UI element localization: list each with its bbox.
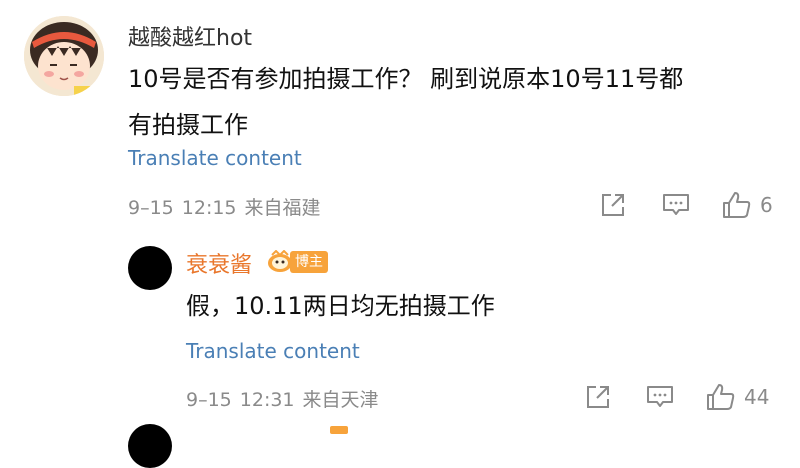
comment-icon	[663, 194, 689, 215]
share-button[interactable]	[585, 384, 611, 410]
reply-date: 9–15	[186, 389, 232, 411]
comment-time: 12:15	[181, 197, 237, 219]
comment-icon	[647, 386, 673, 407]
like-count: 6	[760, 193, 773, 217]
author-badge: 博主	[266, 249, 328, 275]
reply-username[interactable]: 衰衰酱	[186, 247, 252, 279]
share-icon	[587, 386, 609, 408]
avatar[interactable]	[128, 424, 172, 468]
reply-body: 假，10.11两日均无拍摄工作	[186, 292, 495, 320]
reply-button[interactable]	[646, 384, 674, 410]
reply-button[interactable]	[662, 192, 690, 218]
author-badge	[330, 426, 348, 434]
like-count: 44	[744, 385, 770, 409]
share-button[interactable]	[600, 192, 626, 218]
translate-content-link[interactable]: Translate content	[186, 339, 360, 363]
comment-meta: 9–15 12:15 来自福建	[128, 193, 321, 220]
share-icon	[602, 194, 624, 216]
thumbs-up-icon	[707, 384, 735, 410]
comment-body: 10号是否有参加拍摄工作？ 刷到说原本10号11号都 有拍摄工作	[128, 56, 778, 148]
author-badge-label: 博主	[290, 251, 328, 273]
avatar[interactable]	[128, 246, 172, 290]
like-button[interactable]: 44	[706, 382, 769, 412]
avatar[interactable]	[24, 16, 104, 96]
comment-date: 9–15	[128, 197, 174, 219]
reply-meta: 9–15 12:31 来自天津	[186, 385, 379, 412]
reply-time: 12:31	[239, 389, 295, 411]
thumbs-up-icon	[723, 192, 751, 218]
reply-location: 来自天津	[302, 389, 379, 411]
like-button[interactable]: 6	[722, 190, 773, 220]
comment-location: 来自福建	[244, 197, 321, 219]
translate-content-link[interactable]: Translate content	[128, 146, 302, 170]
comment-username[interactable]: 越酸越红hot	[128, 20, 252, 52]
cartoon-avatar-icon	[24, 16, 104, 96]
comment-body-line: 有拍摄工作	[128, 111, 248, 139]
comment-body-line: 10号是否有参加拍摄工作？ 刷到说原本10号11号都	[128, 65, 684, 93]
